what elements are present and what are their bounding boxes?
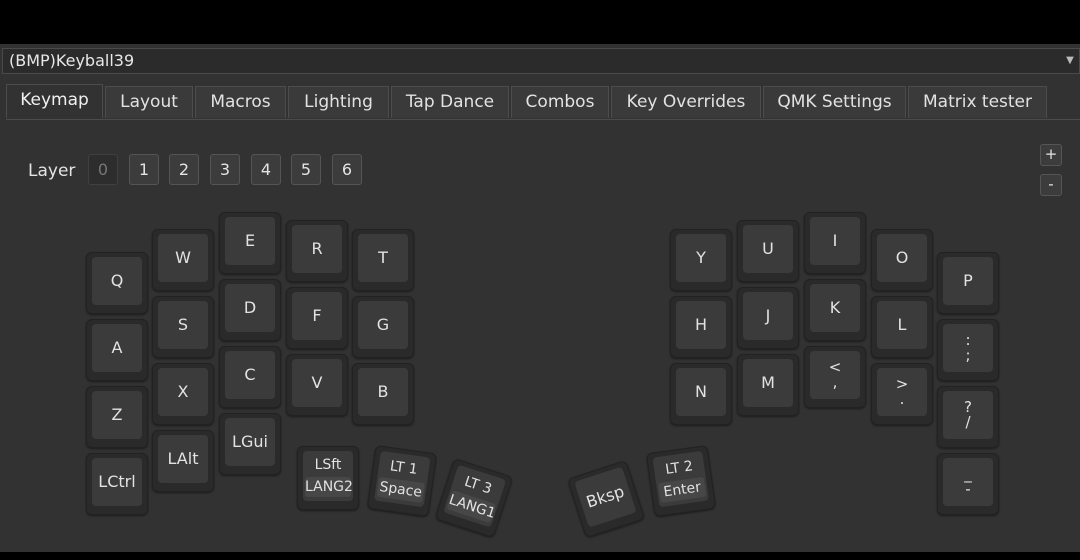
key-lsft-lang2[interactable]: LSft LANG2 xyxy=(297,446,359,510)
key-g[interactable]: G xyxy=(352,296,414,358)
key-h[interactable]: H xyxy=(670,296,732,358)
key-e[interactable]: E xyxy=(219,212,281,274)
key-k[interactable]: K xyxy=(804,279,866,341)
key-z[interactable]: Z xyxy=(86,386,148,448)
key-t[interactable]: T xyxy=(352,229,414,291)
key-j[interactable]: J xyxy=(737,287,799,349)
tab-matrix-tester[interactable]: Matrix tester xyxy=(908,86,1047,118)
layer-button-5[interactable]: 5 xyxy=(291,154,321,185)
key-lalt[interactable]: LAlt xyxy=(152,430,214,492)
key-c[interactable]: C xyxy=(219,346,281,408)
key-slash[interactable]: ? / xyxy=(937,386,999,448)
tab-lighting[interactable]: Lighting xyxy=(288,86,389,118)
key-p[interactable]: P xyxy=(937,252,999,314)
key-d[interactable]: D xyxy=(219,279,281,341)
key-lgui[interactable]: LGui xyxy=(219,413,281,475)
key-r[interactable]: R xyxy=(286,220,348,282)
key-o[interactable]: O xyxy=(871,229,933,291)
key-dot[interactable]: > . xyxy=(871,363,933,425)
key-m[interactable]: M xyxy=(737,354,799,416)
main-window: (BMP)Keyball39 ▼ Keymap Layout Macros Li… xyxy=(0,44,1080,552)
tab-combos[interactable]: Combos xyxy=(511,86,609,118)
key-lctrl[interactable]: LCtrl xyxy=(86,453,148,515)
key-b[interactable]: B xyxy=(352,363,414,425)
tab-layout[interactable]: Layout xyxy=(105,86,193,118)
key-lt1-space[interactable]: LT 1 Space xyxy=(366,444,438,518)
key-lt3-lang1[interactable]: LT 3 LANG1 xyxy=(434,457,514,539)
layer-button-6[interactable]: 6 xyxy=(332,154,362,185)
tab-key-overrides[interactable]: Key Overrides xyxy=(611,86,761,118)
key-v[interactable]: V xyxy=(286,354,348,416)
key-x[interactable]: X xyxy=(152,363,214,425)
key-y[interactable]: Y xyxy=(670,229,732,291)
key-a[interactable]: A xyxy=(86,319,148,381)
triangle-down-icon[interactable]: ▼ xyxy=(1063,49,1077,73)
tab-keymap[interactable]: Keymap xyxy=(6,84,103,118)
layer-label: Layer xyxy=(28,161,76,181)
key-w[interactable]: W xyxy=(152,229,214,291)
layer-button-1[interactable]: 1 xyxy=(129,154,159,185)
device-selector[interactable]: (BMP)Keyball39 ▼ xyxy=(2,48,1080,74)
layer-button-0[interactable]: 0 xyxy=(88,154,118,185)
key-lt2-enter[interactable]: LT 2 Enter xyxy=(645,444,717,518)
layer-button-3[interactable]: 3 xyxy=(210,154,240,185)
key-f[interactable]: F xyxy=(286,287,348,349)
layer-button-4[interactable]: 4 xyxy=(251,154,281,185)
device-name: (BMP)Keyball39 xyxy=(9,51,135,70)
zoom-in-button[interactable]: + xyxy=(1040,144,1062,166)
tab-macros[interactable]: Macros xyxy=(195,86,286,118)
key-l[interactable]: L xyxy=(871,296,933,358)
key-semicolon[interactable]: : ; xyxy=(937,319,999,381)
key-bksp[interactable]: Bksp xyxy=(566,459,646,539)
zoom-out-button[interactable]: - xyxy=(1040,174,1062,196)
tab-qmk-settings[interactable]: QMK Settings xyxy=(763,86,906,118)
key-u[interactable]: U xyxy=(737,220,799,282)
key-q[interactable]: Q xyxy=(86,252,148,314)
key-s[interactable]: S xyxy=(152,296,214,358)
key-n[interactable]: N xyxy=(670,363,732,425)
key-i[interactable]: I xyxy=(804,212,866,274)
key-comma[interactable]: < , xyxy=(804,346,866,408)
layer-button-2[interactable]: 2 xyxy=(169,154,199,185)
tab-divider xyxy=(6,119,1080,120)
key-minus[interactable]: _ - xyxy=(937,453,999,515)
tab-tap-dance[interactable]: Tap Dance xyxy=(391,86,509,118)
